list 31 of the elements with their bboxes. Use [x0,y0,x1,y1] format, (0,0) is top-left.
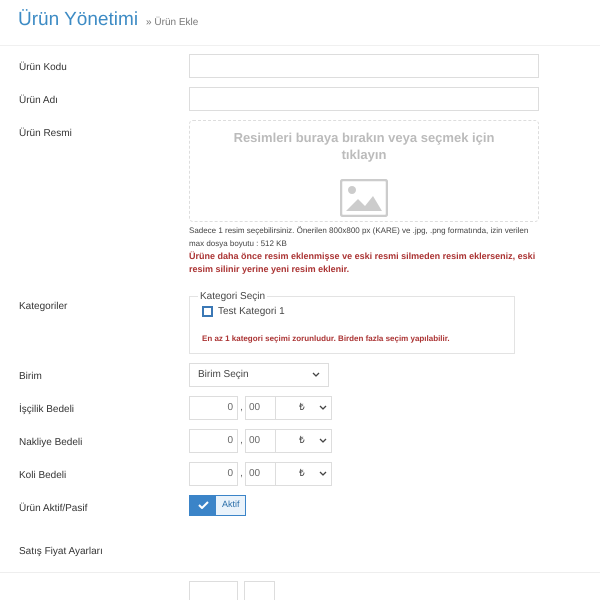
currency-select[interactable]: ₺ [276,462,332,486]
field-label: İşçilik Bedeli [18,402,76,416]
currency-select[interactable]: ₺ [276,428,332,452]
decimal-field[interactable]: 00 [245,462,276,486]
field-label: Kategoriler [18,300,68,314]
field-label: Ürün Kodu [18,60,68,74]
decimal-separator: , [239,401,244,415]
unit-select[interactable]: Birim Seçin [189,362,329,386]
field-label: Birim [18,370,43,384]
help-text: Sadece 1 resim seçebilirsiniz. Önerilen 800x800 px (KARE) ve .jpg, .png formatında, izin verilen max dosya boyutu : 512 KB [189,224,530,250]
field-label: Koli Bedeli [18,468,68,482]
currency-select[interactable]: ₺ [276,396,332,420]
amount-field[interactable]: 0 [189,396,238,420]
page-title: Ürün Yönetimi [18,8,138,32]
decimal-field[interactable]: 00 [245,396,276,420]
breadcrumb: » Ürün Ekle [146,16,198,30]
section-title: Satış Fiyat Ayarları [19,546,103,556]
warning-text: En az 1 kategori seçimi zorunludur. Birden fazla seçim yapılabilir. [202,332,451,344]
field-label: Nakliye Bedeli [18,436,84,450]
active-toggle[interactable]: Aktif [189,494,246,516]
fieldset-legend: Kategori Seçin [198,288,268,304]
warning-text: Ürüne daha önce resim eklenmişse ve eski resmi silmeden resim eklerseniz, eski resim silinir yerine yeni resim eklenir. [189,250,536,276]
category-checkbox[interactable]: Test Kategori 1 [202,304,502,318]
amount-field[interactable]: 0 [189,462,238,486]
amount-field[interactable]: 0 [189,428,238,452]
field-label: Ürün Resmi [18,126,73,140]
decimal-separator: , [239,467,244,481]
decimal-field[interactable]: 00 [245,428,276,452]
field-label: Ürün Aktif/Pasif [18,502,88,516]
decimal-separator: , [239,434,244,448]
field-label: Ürün Adı [18,94,59,108]
